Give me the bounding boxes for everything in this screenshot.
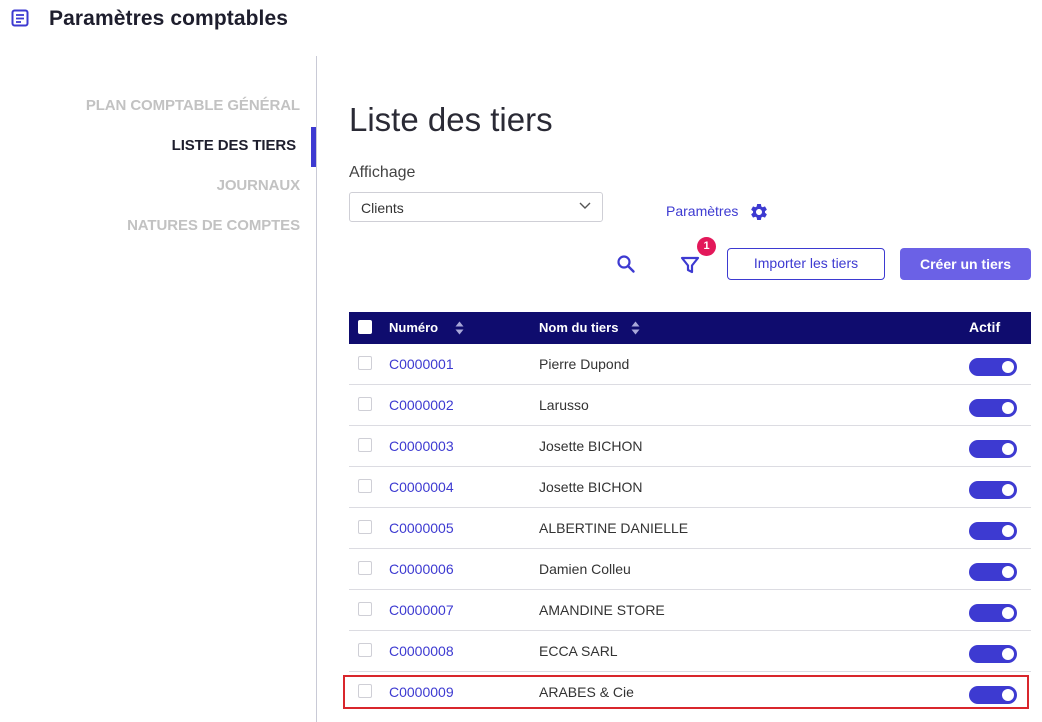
table-row: C0000004 Josette BICHON <box>349 467 1031 508</box>
tiers-number-link[interactable]: C0000001 <box>389 356 454 372</box>
tiers-number-link[interactable]: C0000002 <box>389 397 454 413</box>
table-row: C0000008 ECCA SARL <box>349 631 1031 672</box>
sidebar-item-natures-de-comptes[interactable]: NATURES DE COMPTES <box>127 217 300 234</box>
chevron-down-icon <box>579 202 591 209</box>
sidebar-item-journaux[interactable]: JOURNAUX <box>217 177 300 194</box>
sort-icon[interactable] <box>455 321 464 335</box>
page-header-title: Paramètres comptables <box>49 7 289 30</box>
document-list-icon <box>11 9 29 27</box>
tiers-name: Damien Colleu <box>539 561 631 577</box>
toggle-knob <box>1002 607 1014 619</box>
tiers-number-link[interactable]: C0000005 <box>389 520 454 536</box>
sidebar-item-liste-des-tiers[interactable]: LISTE DES TIERS <box>172 137 296 154</box>
tiers-number-link[interactable]: C0000009 <box>389 684 454 700</box>
row-checkbox[interactable] <box>358 438 372 452</box>
page-title: Liste des tiers <box>349 101 553 138</box>
import-tiers-button[interactable]: Importer les tiers <box>727 248 885 280</box>
active-toggle[interactable] <box>969 604 1017 622</box>
table-row: C0000005 ALBERTINE DANIELLE <box>349 508 1031 549</box>
toggle-knob <box>1002 689 1014 701</box>
row-checkbox[interactable] <box>358 684 372 698</box>
row-checkbox[interactable] <box>358 643 372 657</box>
display-select-value: Clients <box>361 200 404 216</box>
toggle-knob <box>1002 648 1014 660</box>
tiers-name: ALBERTINE DANIELLE <box>539 520 689 536</box>
toggle-knob <box>1002 525 1014 537</box>
table-row: C0000007 AMANDINE STORE <box>349 590 1031 631</box>
tiers-number-link[interactable]: C0000003 <box>389 438 454 454</box>
parameters-link[interactable]: Paramètres <box>666 203 738 219</box>
tiers-number-link[interactable]: C0000006 <box>389 561 454 577</box>
toggle-knob <box>1002 402 1014 414</box>
row-checkbox[interactable] <box>358 520 372 534</box>
active-toggle[interactable] <box>969 686 1017 704</box>
tiers-number-link[interactable]: C0000008 <box>389 643 454 659</box>
display-label: Affichage <box>349 164 416 181</box>
select-all-checkbox[interactable] <box>358 320 372 334</box>
active-toggle[interactable] <box>969 645 1017 663</box>
sidebar: PLAN COMPTABLE GÉNÉRAL LISTE DES TIERS J… <box>0 56 316 722</box>
column-header-name[interactable]: Nom du tiers <box>539 320 618 335</box>
table-row: C0000006 Damien Colleu <box>349 549 1031 590</box>
gear-icon[interactable] <box>749 202 769 222</box>
filter-icon[interactable] <box>680 256 700 274</box>
active-toggle[interactable] <box>969 358 1017 376</box>
table-row: C0000001 Pierre Dupond <box>349 344 1031 385</box>
tiers-name: Larusso <box>539 397 589 413</box>
sidebar-item-plan-comptable[interactable]: PLAN COMPTABLE GÉNÉRAL <box>86 97 300 114</box>
table-row: C0000002 Larusso <box>349 385 1031 426</box>
tiers-number-link[interactable]: C0000004 <box>389 479 454 495</box>
app-header: Paramètres comptables <box>0 0 1042 40</box>
tiers-name: ECCA SARL <box>539 643 618 659</box>
toggle-knob <box>1002 566 1014 578</box>
table-row: C0000009 ARABES & Cie <box>349 672 1031 712</box>
toggle-knob <box>1002 443 1014 455</box>
column-header-number[interactable]: Numéro <box>389 320 438 335</box>
tiers-name: Josette BICHON <box>539 479 643 495</box>
tiers-name: ARABES & Cie <box>539 684 634 700</box>
create-tiers-button[interactable]: Créer un tiers <box>900 248 1031 280</box>
tiers-table: Numéro Nom du tiers Actif C0000001 Pierr… <box>349 312 1031 712</box>
toggle-knob <box>1002 361 1014 373</box>
sidebar-divider <box>316 56 317 722</box>
column-header-active: Actif <box>969 319 1001 335</box>
display-select[interactable]: Clients <box>349 192 603 222</box>
active-toggle[interactable] <box>969 481 1017 499</box>
table-header: Numéro Nom du tiers Actif <box>349 312 1031 344</box>
active-toggle[interactable] <box>969 563 1017 581</box>
table-row: C0000003 Josette BICHON <box>349 426 1031 467</box>
tiers-number-link[interactable]: C0000007 <box>389 602 454 618</box>
tiers-name: Josette BICHON <box>539 438 643 454</box>
filter-count-badge: 1 <box>697 237 716 256</box>
active-toggle[interactable] <box>969 399 1017 417</box>
tiers-name: AMANDINE STORE <box>539 602 665 618</box>
sort-icon[interactable] <box>631 321 640 335</box>
row-checkbox[interactable] <box>358 356 372 370</box>
active-toggle[interactable] <box>969 440 1017 458</box>
row-checkbox[interactable] <box>358 602 372 616</box>
tiers-name: Pierre Dupond <box>539 356 630 372</box>
toggle-knob <box>1002 484 1014 496</box>
row-checkbox[interactable] <box>358 397 372 411</box>
row-checkbox[interactable] <box>358 479 372 493</box>
row-checkbox[interactable] <box>358 561 372 575</box>
active-toggle[interactable] <box>969 522 1017 540</box>
search-icon[interactable] <box>616 254 636 274</box>
